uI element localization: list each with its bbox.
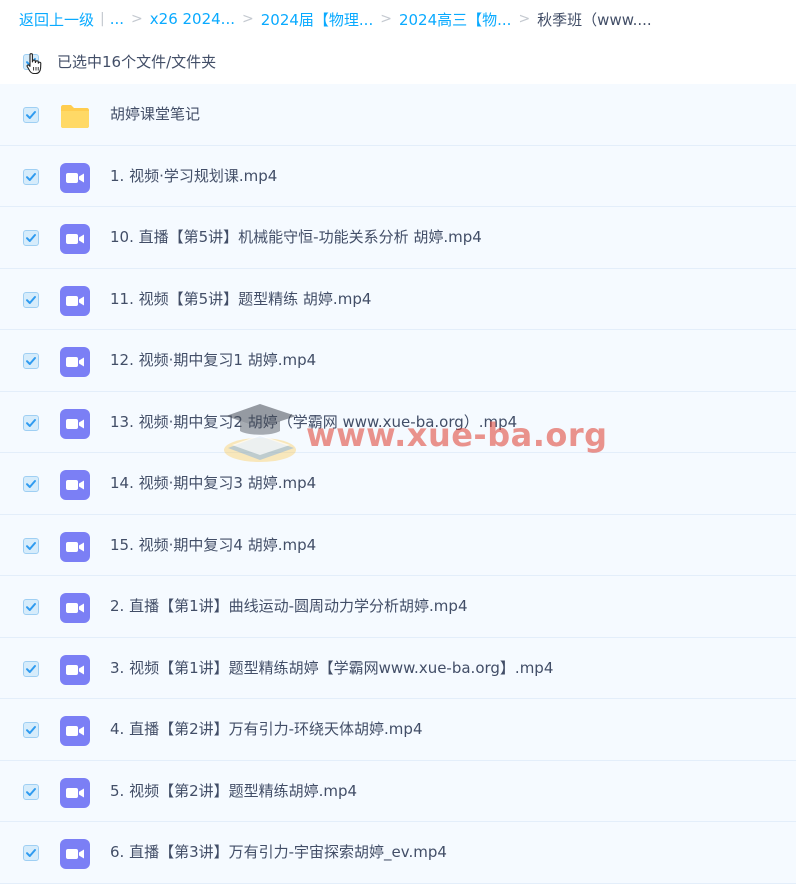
file-name[interactable]: 1. 视频·学习规划课.mp4: [110, 146, 277, 206]
chevron-right-icon: >: [380, 11, 392, 27]
video-file-icon: [60, 593, 90, 623]
checkmark-icon: [26, 541, 36, 550]
breadcrumb-current: 秋季班（www....: [537, 10, 652, 29]
checkmark-icon: [26, 234, 36, 242]
file-checkbox[interactable]: [23, 722, 39, 738]
selection-count-label: 已选中16个文件/文件夹: [57, 53, 217, 71]
selection-bar: 已选中16个文件/文件夹: [0, 38, 796, 84]
checkmark-icon: [26, 357, 36, 365]
breadcrumb: 返回上一级 | ... > x26 2024... > 2024届【物理... …: [0, 0, 796, 38]
file-row[interactable]: 13. 视频·期中复习2 胡婷（学霸网 www.xue-ba.org）.mp4: [0, 391, 796, 453]
file-row[interactable]: 12. 视频·期中复习1 胡婷.mp4: [0, 330, 796, 392]
file-checkbox[interactable]: [23, 599, 39, 615]
file-name[interactable]: 6. 直播【第3讲】万有引力-宇宙探索胡婷_ev.mp4: [110, 822, 447, 882]
checkmark-icon: [26, 111, 36, 119]
video-file-icon: [60, 347, 90, 377]
checkmark-icon: [26, 664, 36, 673]
video-file-icon: [60, 408, 90, 439]
checkmark-icon: [26, 849, 36, 857]
video-file-icon: [60, 654, 90, 685]
file-row[interactable]: 5. 视频【第2讲】题型精练胡婷.mp4: [0, 760, 796, 822]
file-row[interactable]: 10. 直播【第5讲】机械能守恒-功能关系分析 胡婷.mp4: [0, 207, 796, 269]
file-row[interactable]: 2. 直播【第1讲】曲线运动-圆周动力学分析胡婷.mp4: [0, 576, 796, 638]
file-checkbox[interactable]: [23, 291, 39, 308]
file-checkbox[interactable]: [23, 476, 39, 492]
file-name[interactable]: 12. 视频·期中复习1 胡婷.mp4: [110, 330, 316, 390]
file-checkbox[interactable]: [23, 783, 39, 800]
breadcrumb-item[interactable]: 2024高三【物...: [399, 9, 511, 30]
file-name[interactable]: 胡婷课堂笔记: [110, 84, 200, 144]
file-name[interactable]: 13. 视频·期中复习2 胡婷（学霸网 www.xue-ba.org）.mp4: [110, 392, 517, 452]
checkmark-icon: [26, 480, 36, 488]
checkmark-icon: [26, 418, 36, 427]
video-file-icon: [60, 839, 90, 869]
file-name[interactable]: 2. 直播【第1讲】曲线运动-圆周动力学分析胡婷.mp4: [110, 576, 467, 636]
chevron-right-icon: >: [131, 11, 143, 27]
file-row[interactable]: 1. 视频·学习规划课.mp4: [0, 145, 796, 207]
file-row[interactable]: 4. 直播【第2讲】万有引力-环绕天体胡婷.mp4: [0, 699, 796, 761]
checkmark-icon: [26, 172, 36, 181]
file-checkbox[interactable]: [23, 230, 39, 246]
breadcrumb-item[interactable]: x26 2024...: [150, 10, 235, 28]
file-list: 胡婷课堂笔记 1. 视频·学习规划课.mp4 10. 直播【第5讲】机械能守恒-功能…: [0, 84, 796, 884]
file-name[interactable]: 4. 直播【第2讲】万有引力-环绕天体胡婷.mp4: [110, 699, 422, 759]
video-file-icon: [60, 716, 90, 746]
video-file-icon: [60, 777, 90, 808]
file-name[interactable]: 15. 视频·期中复习4 胡婷.mp4: [110, 515, 316, 575]
file-checkbox[interactable]: [23, 414, 39, 431]
file-name[interactable]: 3. 视频【第1讲】题型精练胡婷【学霸网www.xue-ba.org】.mp4: [110, 638, 553, 698]
video-file-icon: [60, 470, 90, 500]
file-checkbox[interactable]: [23, 168, 39, 185]
file-checkbox[interactable]: [23, 107, 39, 123]
breadcrumb-divider: |: [100, 11, 105, 27]
file-checkbox[interactable]: [23, 660, 39, 677]
checkmark-icon: [26, 603, 36, 611]
video-file-icon: [60, 285, 90, 316]
video-file-icon: [60, 531, 90, 562]
file-name[interactable]: 5. 视频【第2讲】题型精练胡婷.mp4: [110, 761, 357, 821]
file-checkbox[interactable]: [23, 537, 39, 554]
chevron-right-icon: >: [242, 11, 254, 27]
file-row[interactable]: 15. 视频·期中复习4 胡婷.mp4: [0, 514, 796, 576]
video-file-icon: [60, 162, 90, 193]
file-row[interactable]: 6. 直播【第3讲】万有引力-宇宙探索胡婷_ev.mp4: [0, 822, 796, 884]
checkmark-icon: [26, 295, 36, 304]
file-row[interactable]: 14. 视频·期中复习3 胡婷.mp4: [0, 453, 796, 515]
video-file-icon: [60, 224, 90, 254]
breadcrumb-item[interactable]: 2024届【物理...: [261, 9, 373, 30]
back-link[interactable]: 返回上一级: [19, 9, 94, 30]
checkmark-icon: [26, 726, 36, 734]
folder-icon: [61, 105, 89, 128]
checkmark-icon: [26, 787, 36, 796]
chevron-right-icon: >: [518, 11, 531, 27]
file-row[interactable]: 胡婷课堂笔记: [0, 84, 796, 146]
file-checkbox[interactable]: [23, 353, 39, 369]
file-row[interactable]: 3. 视频【第1讲】题型精练胡婷【学霸网www.xue-ba.org】.mp4: [0, 637, 796, 699]
file-name[interactable]: 11. 视频【第5讲】题型精练 胡婷.mp4: [110, 269, 371, 329]
file-name[interactable]: 10. 直播【第5讲】机械能守恒-功能关系分析 胡婷.mp4: [110, 207, 482, 267]
file-checkbox[interactable]: [23, 845, 39, 861]
file-name[interactable]: 14. 视频·期中复习3 胡婷.mp4: [110, 453, 316, 513]
hand-cursor-icon: [26, 53, 42, 75]
breadcrumb-ellipsis[interactable]: ...: [110, 10, 124, 28]
file-row[interactable]: 11. 视频【第5讲】题型精练 胡婷.mp4: [0, 268, 796, 330]
